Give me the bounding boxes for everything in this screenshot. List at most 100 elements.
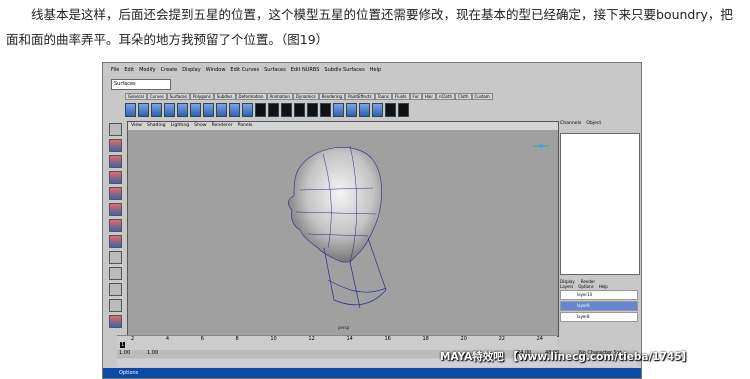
curve-tool-icon[interactable]: [255, 102, 266, 117]
nurbs-tool-icon[interactable]: [164, 102, 175, 117]
shelf-tab[interactable]: Hair: [421, 93, 437, 100]
shelf-tab[interactable]: Polygons: [189, 93, 214, 100]
nurbs-tool-icon[interactable]: [203, 102, 214, 117]
shelf-tab[interactable]: Deformation: [235, 93, 267, 100]
app-menubar: File Edit Modify Create Display Window E…: [103, 67, 641, 77]
layer-menu-item[interactable]: Help: [599, 284, 608, 289]
taskbar-item[interactable]: Options: [119, 370, 138, 376]
timeline-tick: 6: [200, 336, 204, 342]
nurbs-tool-icon[interactable]: [125, 102, 136, 117]
menu-item[interactable]: Window: [206, 67, 226, 77]
viewport-menu-item[interactable]: Lighting: [171, 122, 190, 130]
layout-icon[interactable]: [108, 251, 122, 264]
shelf-tab[interactable]: Fur: [409, 93, 422, 100]
head-model: persp: [288, 144, 549, 330]
shelf-tab[interactable]: Custom: [471, 93, 493, 100]
shelf-tab[interactable]: Animation: [266, 93, 293, 100]
manipulator-tool-icon[interactable]: [108, 219, 122, 232]
edit-tool-icon[interactable]: [385, 102, 396, 117]
shelf-tab[interactable]: Rendering: [318, 93, 346, 100]
curve-tool-icon[interactable]: [320, 102, 331, 117]
lasso-tool-icon[interactable]: [108, 139, 122, 152]
viewport-menu-item[interactable]: Panels: [238, 122, 253, 130]
shelf-tab[interactable]: General: [125, 93, 147, 100]
mode-combo[interactable]: Surfaces: [111, 79, 171, 90]
range-inner-start[interactable]: 1.00: [147, 350, 158, 356]
surface-tool-icon[interactable]: [359, 102, 370, 117]
view-cube-icon: [533, 144, 549, 148]
surface-tool-icon[interactable]: [333, 102, 344, 117]
watermark: MAYA特效吧 【www.linecg.com/tieba/1745】: [440, 351, 693, 363]
channel-tab[interactable]: Object: [586, 121, 601, 126]
layout-icon[interactable]: [108, 283, 122, 296]
layout-icon[interactable]: [108, 267, 122, 280]
menu-item[interactable]: Help: [370, 67, 381, 77]
menu-item[interactable]: Surfaces: [264, 67, 286, 77]
layer-row[interactable]: layer9: [560, 301, 638, 311]
nurbs-tool-icon[interactable]: [242, 102, 253, 117]
shelf-tab[interactable]: Cloth: [455, 93, 472, 100]
shelf-tab[interactable]: Surfaces: [166, 93, 190, 100]
shelf-tab[interactable]: Fluids: [391, 93, 410, 100]
curve-tool-icon[interactable]: [294, 102, 305, 117]
nurbs-tool-icon[interactable]: [151, 102, 162, 117]
rotate-tool-icon[interactable]: [108, 187, 122, 200]
layout-icon[interactable]: [108, 299, 122, 312]
edit-tool-icon[interactable]: [398, 102, 409, 117]
nurbs-tool-icon[interactable]: [177, 102, 188, 117]
layer-menu-item[interactable]: Options: [578, 284, 593, 289]
timeline-tick: 16: [384, 336, 391, 342]
menu-item[interactable]: Edit: [124, 67, 134, 77]
layer-menu: Layers Options Help: [560, 284, 638, 289]
timeline-tick: 2: [131, 336, 135, 342]
channel-box-area[interactable]: [560, 133, 640, 275]
channel-tab[interactable]: Channels: [560, 121, 581, 126]
timeline-tick: 14: [346, 336, 353, 342]
shelf-icons: [125, 101, 637, 118]
menu-item[interactable]: Edit Curves: [230, 67, 259, 77]
curve-tool-icon[interactable]: [307, 102, 318, 117]
nurbs-tool-icon[interactable]: [216, 102, 227, 117]
viewport-menu-item[interactable]: Shading: [147, 122, 166, 130]
shelf-tab[interactable]: nCloth: [436, 93, 456, 100]
time-slider[interactable]: 2 4 6 8 10 12 14 16 18 20 22 24 1: [117, 335, 557, 350]
shelf-tab[interactable]: Dynamics: [292, 93, 319, 100]
nurbs-tool-icon[interactable]: [138, 102, 149, 117]
curve-tool-icon[interactable]: [268, 102, 279, 117]
shelf-tab[interactable]: Curves: [146, 93, 167, 100]
range-start[interactable]: 1.00: [119, 350, 130, 356]
layer-menu-item[interactable]: Layers: [560, 284, 573, 289]
menu-item[interactable]: File: [111, 67, 119, 77]
perspective-viewport[interactable]: View Shading Lighting Show Renderer Pane…: [127, 121, 559, 337]
viewport-menu-item[interactable]: View: [131, 122, 142, 130]
curve-tool-icon[interactable]: [281, 102, 292, 117]
scale-tool-icon[interactable]: [108, 203, 122, 216]
menu-item[interactable]: Edit NURBS: [291, 67, 320, 77]
layer-row[interactable]: layer10: [560, 290, 638, 300]
layer-row[interactable]: layer8: [560, 312, 638, 322]
shelf-tab[interactable]: PaintEffects: [345, 93, 375, 100]
toolbox: [107, 123, 123, 333]
menu-item[interactable]: Create: [161, 67, 178, 77]
timeline-ticks: 2 4 6 8 10 12 14 16 18 20 22 24: [117, 336, 557, 342]
timeline-tick: 12: [308, 336, 315, 342]
outliner-icon[interactable]: [108, 315, 122, 328]
surface-tool-icon[interactable]: [346, 102, 357, 117]
menu-item[interactable]: Subdiv Surfaces: [324, 67, 364, 77]
move-tool-icon[interactable]: [108, 171, 122, 184]
shelf-tab[interactable]: Toons: [374, 93, 392, 100]
surface-tool-icon[interactable]: [372, 102, 383, 117]
nurbs-tool-icon[interactable]: [229, 102, 240, 117]
timeline-tick: 4: [165, 336, 170, 342]
viewport-menu-item[interactable]: Show: [194, 122, 206, 130]
viewport-menubar: View Shading Lighting Show Renderer Pane…: [128, 122, 558, 130]
viewport-menu-item[interactable]: Renderer: [212, 122, 233, 130]
menu-item[interactable]: Display: [182, 67, 200, 77]
timeline-tick: 22: [498, 336, 505, 342]
select-tool-icon[interactable]: [108, 123, 122, 136]
last-tool-icon[interactable]: [108, 235, 122, 248]
shelf-tab[interactable]: Subdivs: [213, 93, 236, 100]
menu-item[interactable]: Modify: [139, 67, 156, 77]
paint-tool-icon[interactable]: [108, 155, 122, 168]
nurbs-tool-icon[interactable]: [190, 102, 201, 117]
